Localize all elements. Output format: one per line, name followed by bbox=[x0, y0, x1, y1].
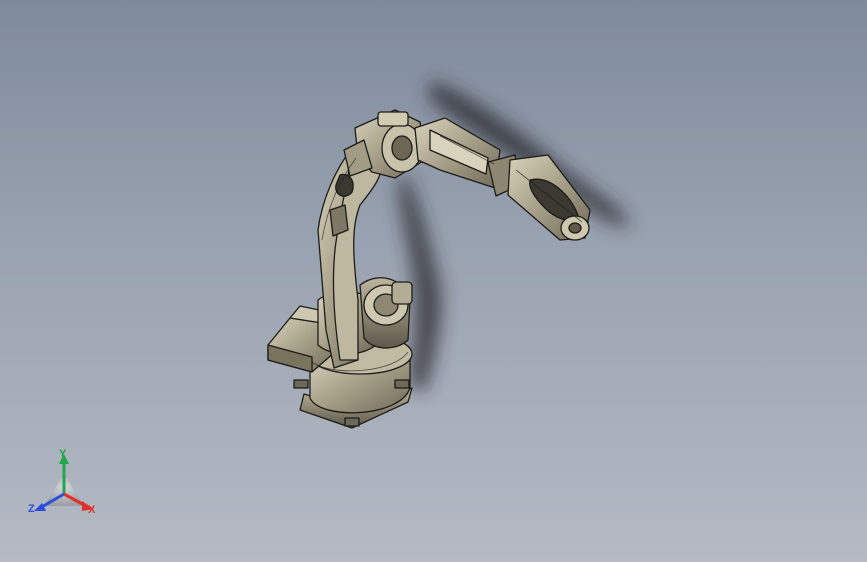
robot-wrist[interactable] bbox=[507, 154, 591, 241]
x-axis-label: X bbox=[88, 504, 96, 516]
graphics-viewport[interactable]: Y Z X bbox=[0, 0, 867, 562]
robot-elbow[interactable] bbox=[343, 109, 426, 179]
y-axis-label: Y bbox=[59, 448, 67, 460]
view-orientation-triad[interactable]: Y Z X bbox=[24, 448, 108, 524]
robot-arm-model[interactable] bbox=[0, 0, 867, 562]
z-axis-label: Z bbox=[28, 503, 35, 515]
